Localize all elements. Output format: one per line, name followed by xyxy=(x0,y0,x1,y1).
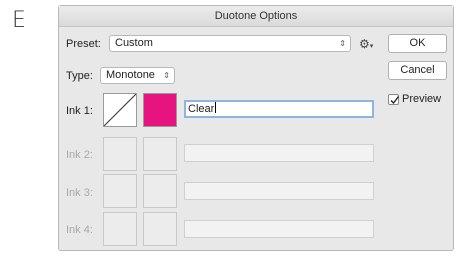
ink-2-color-swatch[interactable] xyxy=(143,137,177,171)
ink-1-name-field[interactable]: Clear xyxy=(184,100,374,118)
preset-value: Custom xyxy=(115,37,153,49)
preview-label: Preview xyxy=(402,93,442,105)
step-letter: E xyxy=(12,8,26,33)
duotone-options-dialog: Duotone Options Preset: Custom ⇕ ⚙▾ OK C… xyxy=(58,5,454,251)
ink-4-color-swatch[interactable] xyxy=(143,212,177,246)
preset-settings-gear-icon[interactable]: ⚙▾ xyxy=(359,38,373,53)
cancel-button[interactable]: Cancel xyxy=(388,61,447,80)
preset-select[interactable]: Custom ⇕ xyxy=(109,35,351,52)
preset-label: Preset: xyxy=(66,38,101,50)
ink-2-curve-box[interactable] xyxy=(103,137,137,171)
ink-1-label: Ink 1: xyxy=(66,105,93,117)
ink-1-name-value: Clear xyxy=(188,103,215,115)
select-arrows-icon: ⇕ xyxy=(163,71,170,80)
preview-checkbox[interactable] xyxy=(388,94,400,105)
ok-button[interactable]: OK xyxy=(388,34,447,53)
checkmark-icon xyxy=(390,96,400,105)
ink-2-label: Ink 2: xyxy=(66,149,93,161)
type-select[interactable]: Monotone ⇕ xyxy=(100,67,175,84)
ink-4-label: Ink 4: xyxy=(66,224,93,236)
text-caret xyxy=(215,102,217,113)
ink-1-color-swatch[interactable] xyxy=(143,93,177,127)
type-label: Type: xyxy=(66,70,93,82)
ink-2-name-field[interactable] xyxy=(184,144,374,162)
ink-3-label: Ink 3: xyxy=(66,187,93,199)
ink-1-curve-box[interactable] xyxy=(103,93,137,127)
ink-3-color-swatch[interactable] xyxy=(143,174,177,208)
select-arrows-icon: ⇕ xyxy=(339,39,346,48)
ink-4-curve-box[interactable] xyxy=(103,212,137,246)
type-value: Monotone xyxy=(106,69,155,81)
dialog-title: Duotone Options xyxy=(59,6,453,27)
ink-3-name-field[interactable] xyxy=(184,182,374,200)
ink-3-curve-box[interactable] xyxy=(103,174,137,208)
duotone-curve-icon xyxy=(103,93,137,127)
ink-4-name-field[interactable] xyxy=(184,220,374,238)
